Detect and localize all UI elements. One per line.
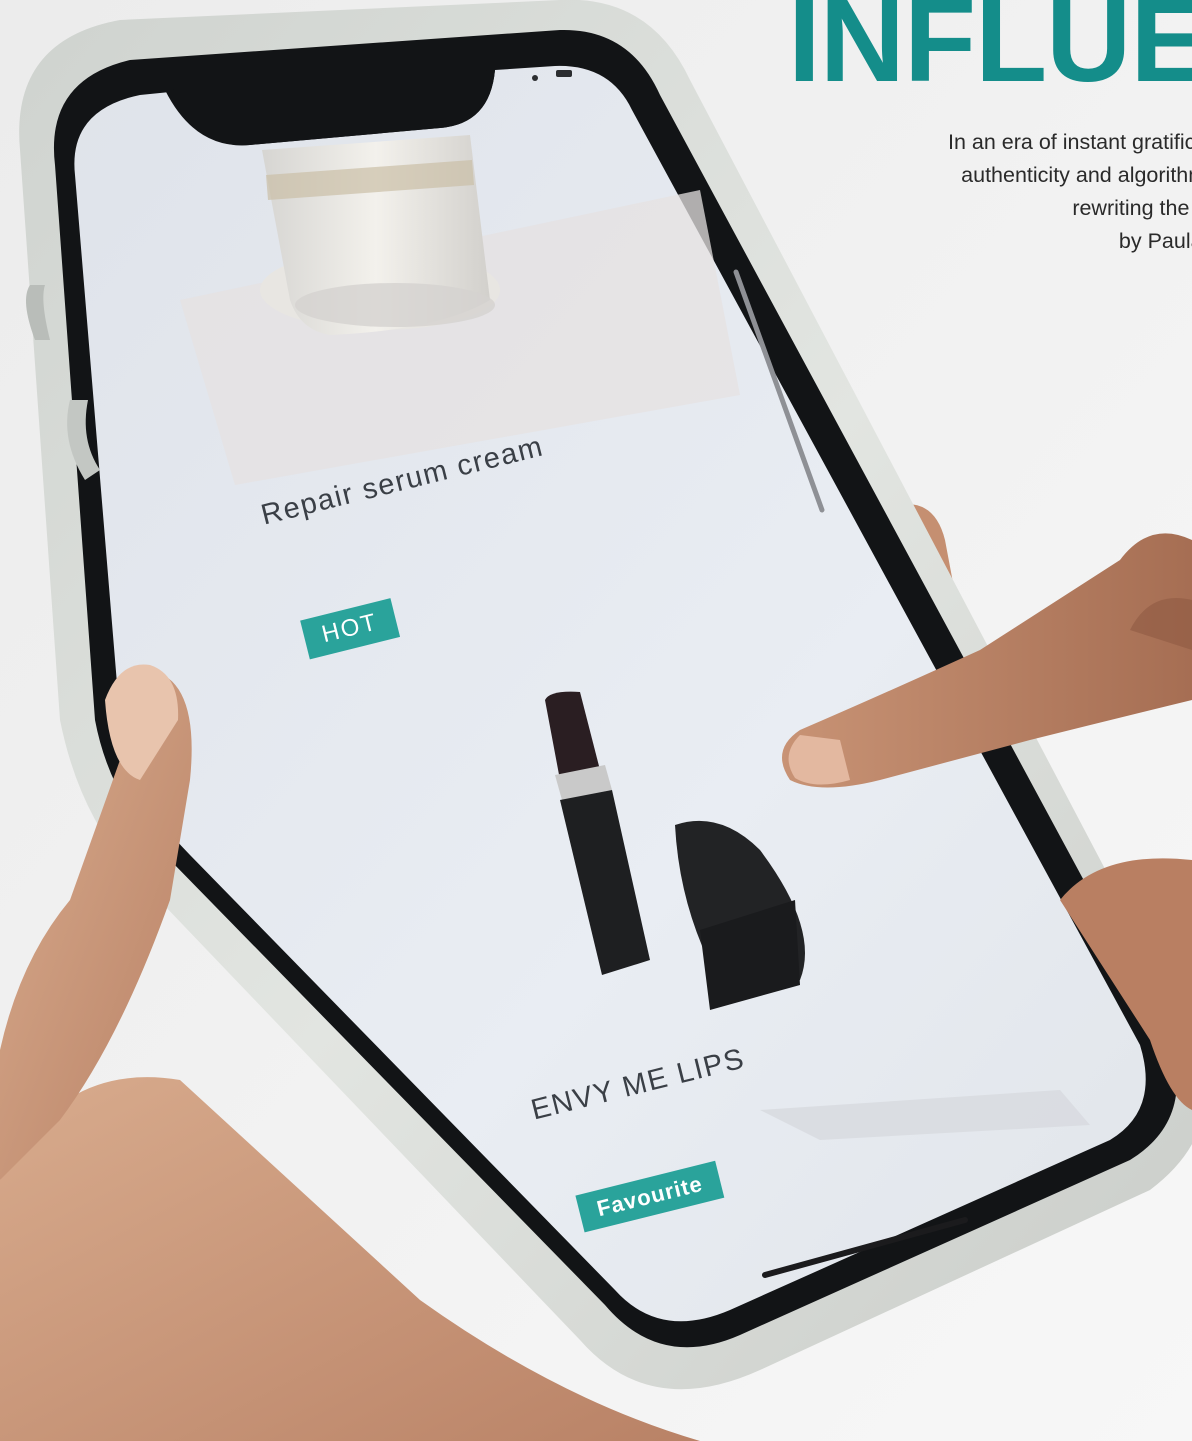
- headline-subtitle: In an era of instant gratification authe…: [772, 126, 1192, 258]
- battery-icon: [556, 70, 572, 77]
- byline: by Paula Jus: [1118, 229, 1192, 253]
- subtitle-line: authenticity and algorithms ar: [961, 163, 1192, 187]
- subtitle-line: rewriting the rules: [1072, 196, 1192, 220]
- status-signal-icon: [532, 75, 538, 81]
- photo-scene: Repair serum cream HOT ENVY ME LIPS Favo…: [0, 0, 1192, 1441]
- subtitle-line: In an era of instant gratification: [947, 130, 1192, 154]
- headline-title: INFLUE: [788, 0, 1192, 107]
